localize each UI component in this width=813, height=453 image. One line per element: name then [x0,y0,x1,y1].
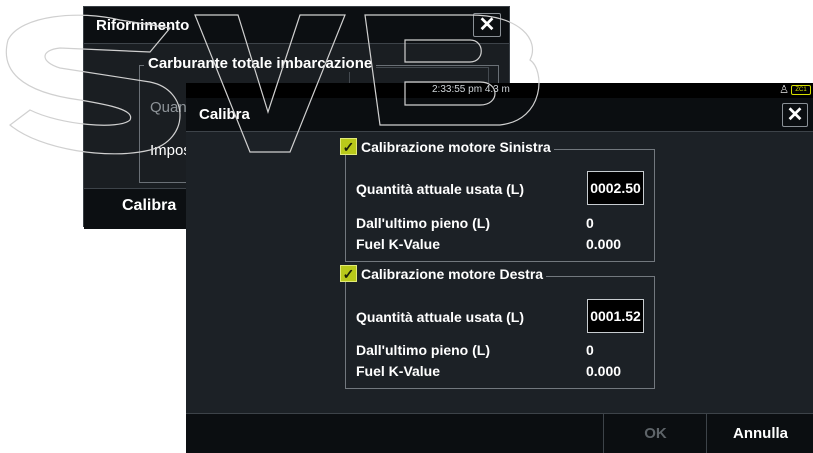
carburante-section-label: Carburante totale imbarcazione [144,55,377,72]
group-legend: ✓ Calibrazione motore Sinistra [340,138,554,155]
ultimo-pieno-label: Dall'ultimo pieno (L) [356,215,490,231]
impostazioni-label[interactable]: Impos [150,142,191,159]
ok-button[interactable]: OK [603,414,707,453]
person-icon: ♙ [779,84,789,96]
quantita-attuale-input-destra[interactable]: 0001.52 [587,299,644,333]
calibra-title: Calibra [199,106,250,123]
ultimo-pieno-value: 0 [586,215,594,231]
close-icon[interactable]: ✕ [782,103,808,127]
calibra-footer: OK Annulla [186,413,813,453]
quantita-attuale-input-sinistra[interactable]: 0002.50 [587,171,644,205]
calibration-group-sinistra: ✓ Calibrazione motore Sinistra Quantità … [340,138,655,262]
status-time: 2:33:55 pm 4.3 m [432,84,510,95]
checkbox-destra[interactable]: ✓ [340,265,357,282]
calibra-title-bar: Calibra ✕ [186,98,813,132]
calibra-dialog: 2:33:55 pm 4.3 m ♙ ZC1 Calibra ✕ ✓ Calib… [186,83,813,453]
cancel-button[interactable]: Annulla [706,414,813,453]
group-label-sinistra: Calibrazione motore Sinistra [361,138,551,155]
fuel-k-value-label: Fuel K-Value [356,236,441,252]
calibration-group-destra: ✓ Calibrazione motore Destra Quantità at… [340,265,655,389]
rifornimento-title-bar: Rifornimento ✕ [84,7,509,44]
close-icon[interactable]: ✕ [473,13,501,37]
ultimo-pieno-value: 0 [586,342,594,358]
rifornimento-title: Rifornimento [96,17,190,34]
ultimo-pieno-label: Dall'ultimo pieno (L) [356,342,490,358]
group-legend: ✓ Calibrazione motore Destra [340,265,547,282]
status-bar: 2:33:55 pm 4.3 m ♙ ZC1 [186,83,813,98]
quantita-attuale-label: Quantità attuale usata (L) [356,181,525,197]
checkbox-sinistra[interactable]: ✓ [340,138,357,155]
status-badge: ZC1 [791,85,811,95]
group-label-destra: Calibrazione motore Destra [361,265,544,282]
quantita-label: Quant [150,99,191,116]
quantita-attuale-label: Quantità attuale usata (L) [356,309,525,325]
fuel-k-value: 0.000 [586,363,622,379]
calibra-button[interactable]: Calibra [122,197,176,215]
fuel-k-value: 0.000 [586,236,622,252]
fuel-k-value-label: Fuel K-Value [356,363,441,379]
